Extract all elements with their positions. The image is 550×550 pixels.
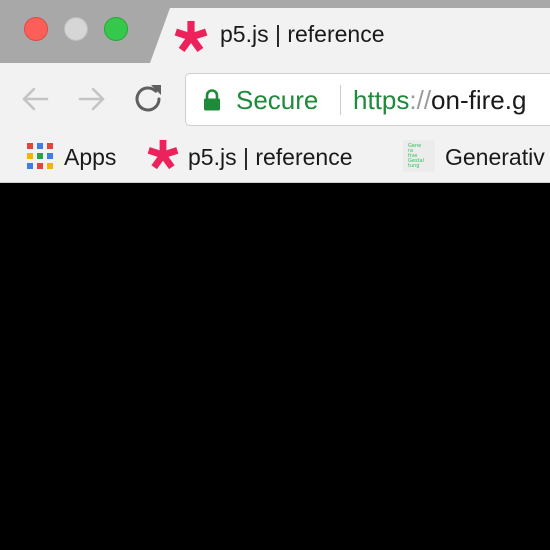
lock-icon bbox=[204, 89, 220, 111]
arrow-right-icon[interactable] bbox=[74, 81, 110, 117]
p5-asterisk-icon bbox=[147, 139, 179, 170]
toolbar: Secure https://on-fire.g bbox=[0, 63, 550, 136]
reload-icon[interactable] bbox=[130, 81, 166, 117]
icon-text-line: tung bbox=[408, 163, 420, 169]
bookmark-label: Apps bbox=[64, 144, 117, 170]
bookmark-apps[interactable]: Apps bbox=[26, 136, 136, 182]
secure-label: Secure bbox=[236, 85, 319, 115]
arrow-left-icon[interactable] bbox=[17, 81, 53, 117]
apps-grid-icon bbox=[27, 143, 53, 169]
page-content-canvas[interactable] bbox=[0, 183, 550, 550]
zoom-window-button[interactable] bbox=[104, 17, 128, 41]
browser-window: p5.js | reference Secure https://on-fire… bbox=[0, 0, 550, 550]
tab-title: p5.js | reference bbox=[220, 21, 385, 47]
url-host: on-fire.g bbox=[431, 85, 527, 115]
bookmark-generative[interactable]: Gene ra tive Gestal tung Generativ bbox=[403, 136, 550, 182]
title-bar: p5.js | reference bbox=[0, 0, 550, 63]
p5-asterisk-icon bbox=[174, 21, 208, 53]
bookmark-label: p5.js | reference bbox=[188, 144, 353, 170]
close-window-button[interactable] bbox=[24, 17, 48, 41]
active-tab[interactable]: p5.js | reference bbox=[150, 8, 550, 63]
address-bar[interactable]: Secure https://on-fire.g bbox=[185, 73, 550, 126]
generative-gestaltung-icon: Gene ra tive Gestal tung bbox=[403, 140, 435, 172]
url-text: https://on-fire.g bbox=[353, 85, 526, 116]
url-separator: :// bbox=[409, 85, 432, 115]
bookmark-label: Generativ bbox=[445, 144, 545, 170]
url-scheme: https bbox=[353, 85, 410, 115]
minimize-window-button[interactable] bbox=[64, 17, 88, 41]
omnibox-divider bbox=[340, 85, 341, 115]
bookmark-p5-reference[interactable]: p5.js | reference bbox=[147, 136, 387, 182]
bookmarks-bar: Apps p5.js | reference Gene ra tive Gest… bbox=[0, 136, 550, 183]
